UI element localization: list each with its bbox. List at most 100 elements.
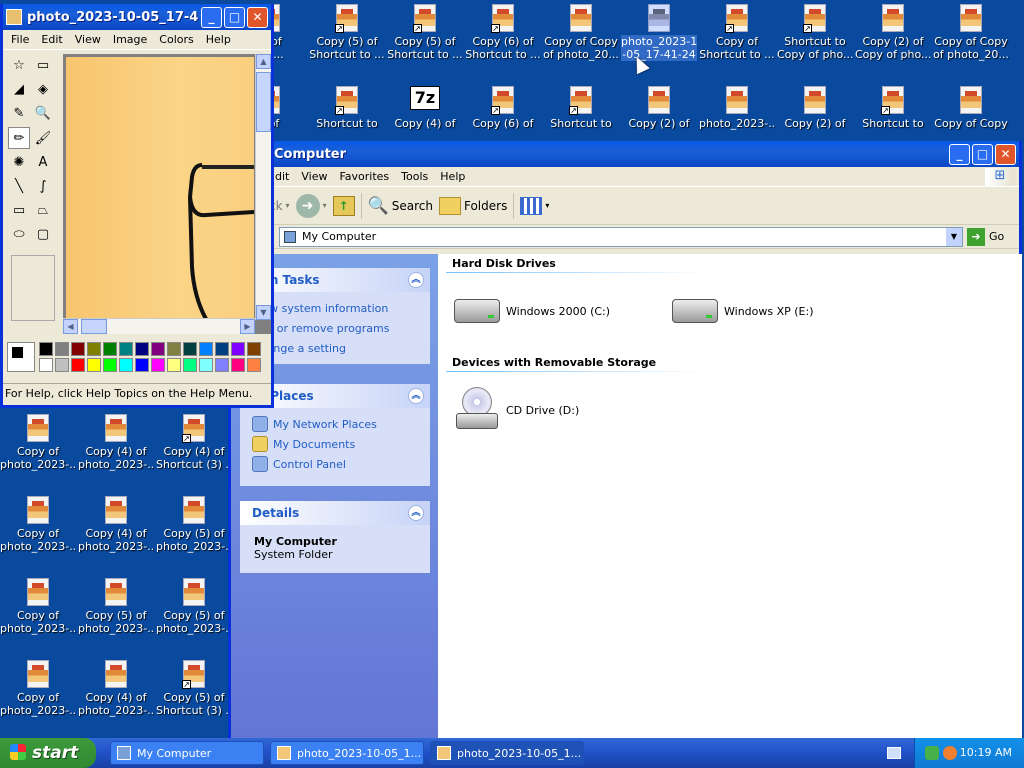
desktop-icon[interactable]: Copy of photo_2023-...	[0, 660, 76, 717]
desktop-icon[interactable]: Copy (4) of photo_2023-...	[78, 496, 154, 553]
desktop-icon[interactable]: Copy of Copy	[933, 86, 1009, 130]
desktop-icon[interactable]: ↗ Shortcut to Copy of pho...	[777, 4, 853, 61]
control-panel-link[interactable]: Control Panel	[240, 454, 430, 474]
my-documents-link[interactable]: My Documents	[240, 434, 430, 454]
collapse-chevron-icon[interactable]: ︽	[408, 388, 424, 404]
collapse-chevron-icon[interactable]: ︽	[408, 272, 424, 288]
color-swatch[interactable]	[199, 358, 213, 372]
color-swatch[interactable]	[119, 358, 133, 372]
color-swatch[interactable]	[151, 358, 165, 372]
paint-titlebar[interactable]: photo_2023-10-05_17-4... _ □ ✕	[3, 4, 271, 30]
magnifier-tool-icon[interactable]: 🔍	[32, 103, 54, 125]
curve-tool-icon[interactable]: ∫	[32, 176, 54, 198]
color-swatch[interactable]	[167, 358, 181, 372]
close-button[interactable]: ✕	[247, 6, 268, 28]
desktop-icon[interactable]: photo_2023-...	[699, 86, 775, 130]
color-swatch[interactable]	[39, 358, 53, 372]
horizontal-scrollbar[interactable]: ◀ ▶	[63, 318, 255, 334]
drawing-canvas[interactable]	[66, 57, 254, 319]
color-swatch[interactable]	[183, 358, 197, 372]
color-swatch[interactable]	[87, 358, 101, 372]
desktop-icon[interactable]: Copy (2) of	[621, 86, 697, 130]
menu-help[interactable]: Help	[200, 33, 237, 46]
color-swatch[interactable]	[199, 342, 213, 356]
minimize-button[interactable]: _	[949, 143, 970, 165]
menu-colors[interactable]: Colors	[153, 33, 199, 46]
explorer-titlebar[interactable]: Computer _ □ ✕	[231, 141, 1019, 167]
color-swatch[interactable]	[167, 342, 181, 356]
desktop-icon[interactable]: ↗ Shortcut to	[543, 86, 619, 130]
tool-options-box[interactable]	[11, 255, 55, 321]
rect-select-tool-icon[interactable]: ▭	[32, 55, 54, 77]
pencil-tool-icon[interactable]: ✏	[8, 127, 30, 149]
desktop-icon[interactable]: Copy of Copy of photo_20...	[933, 4, 1009, 61]
scroll-thumb[interactable]	[256, 72, 271, 132]
current-colors[interactable]	[7, 342, 35, 372]
ellipse-tool-icon[interactable]: ⬭	[8, 224, 30, 246]
color-swatch[interactable]	[151, 342, 165, 356]
scroll-thumb[interactable]	[81, 319, 107, 334]
up-folder-button[interactable]: ↑	[332, 195, 355, 216]
desktop-icon[interactable]: ↗ Copy (5) of Shortcut to ...	[387, 4, 463, 61]
color-swatch[interactable]	[71, 342, 85, 356]
desktop-icon[interactable]: Copy (5) of photo_2023-...	[78, 578, 154, 635]
desktop-icon[interactable]: Copy (5) of photo_2023-...	[156, 496, 232, 553]
desktop-icon[interactable]: Copy (4) of photo_2023-...	[78, 660, 154, 717]
color-swatch[interactable]	[71, 358, 85, 372]
color-swatch[interactable]	[103, 358, 117, 372]
rounded-rect-tool-icon[interactable]: ▢	[32, 224, 54, 246]
desktop-icon[interactable]: photo_2023-10 -05_17-41-24	[621, 4, 697, 61]
keyboard-icon[interactable]	[887, 747, 901, 759]
desktop-icon[interactable]: ↗ Copy (6) of Shortcut to ...	[465, 4, 541, 61]
desktop-icon[interactable]: Copy (2) of Copy of pho...	[855, 4, 931, 61]
scroll-up-icon[interactable]: ▲	[256, 54, 271, 69]
desktop-icon[interactable]: Copy (2) of	[777, 86, 853, 130]
go-button[interactable]: ➜ Go	[967, 227, 1015, 246]
taskbar-item-paint-1[interactable]: photo_2023-10-05_1...	[270, 741, 424, 765]
menu-favorites[interactable]: Favorites	[333, 170, 395, 183]
text-tool-icon[interactable]: A	[32, 152, 54, 174]
my-network-places-link[interactable]: My Network Places	[240, 414, 430, 434]
color-swatch[interactable]	[55, 342, 69, 356]
menu-image[interactable]: Image	[107, 33, 153, 46]
drive-d[interactable]: CD Drive (D:)	[454, 387, 579, 433]
menu-edit[interactable]: Edit	[35, 33, 68, 46]
desktop-icon[interactable]: Copy of photo_2023-...	[0, 496, 76, 553]
color-swatch[interactable]	[215, 358, 229, 372]
drive-c[interactable]: Windows 2000 (C:)	[454, 299, 610, 323]
rectangle-tool-icon[interactable]: ▭	[8, 200, 30, 222]
scroll-right-icon[interactable]: ▶	[240, 319, 255, 334]
views-button[interactable]: ▾	[520, 196, 549, 215]
desktop-icon[interactable]: ↗ Shortcut to	[309, 86, 385, 130]
scroll-left-icon[interactable]: ◀	[63, 319, 78, 334]
taskbar-item-paint-2[interactable]: photo_2023-10-05_1...	[430, 741, 584, 765]
desktop-icon[interactable]: ↗ Copy (4) of Shortcut (3) ...	[156, 414, 232, 471]
desktop-icon[interactable]: ↗ Copy of Shortcut to ...	[699, 4, 775, 61]
details-header[interactable]: Details ︽	[240, 501, 430, 525]
color-swatch[interactable]	[39, 342, 53, 356]
vertical-scrollbar[interactable]: ▲ ▼	[255, 54, 271, 320]
network-icon[interactable]	[925, 746, 939, 760]
color-swatch[interactable]	[247, 342, 261, 356]
desktop-icon[interactable]: Copy of photo_2023-...	[0, 578, 76, 635]
color-swatch[interactable]	[135, 342, 149, 356]
color-swatch[interactable]	[183, 342, 197, 356]
airbrush-tool-icon[interactable]: ✺	[8, 152, 30, 174]
search-icon[interactable]	[943, 746, 957, 760]
minimize-button[interactable]: _	[201, 6, 222, 28]
desktop-icon[interactable]: Copy of photo_2023-...	[0, 414, 76, 471]
desktop-icon[interactable]: ↗ Copy (5) of Shortcut (3) ...	[156, 660, 232, 717]
desktop-icon[interactable]: Copy (4) of photo_2023-...	[78, 414, 154, 471]
scroll-down-icon[interactable]: ▼	[256, 305, 271, 320]
search-button[interactable]: 🔍 Search	[368, 196, 433, 216]
polygon-tool-icon[interactable]: ⏢	[32, 200, 54, 222]
maximize-button[interactable]: □	[224, 6, 245, 28]
fill-tool-icon[interactable]: ◈	[32, 79, 54, 101]
color-swatch[interactable]	[87, 342, 101, 356]
color-swatch[interactable]	[231, 358, 245, 372]
address-input[interactable]: My Computer ▼	[279, 226, 963, 247]
drive-e[interactable]: Windows XP (E:)	[672, 299, 814, 323]
free-select-tool-icon[interactable]: ☆	[8, 55, 30, 77]
desktop-icon[interactable]: ↗ Copy (5) of Shortcut to ...	[309, 4, 385, 61]
start-button[interactable]: start	[0, 738, 96, 768]
